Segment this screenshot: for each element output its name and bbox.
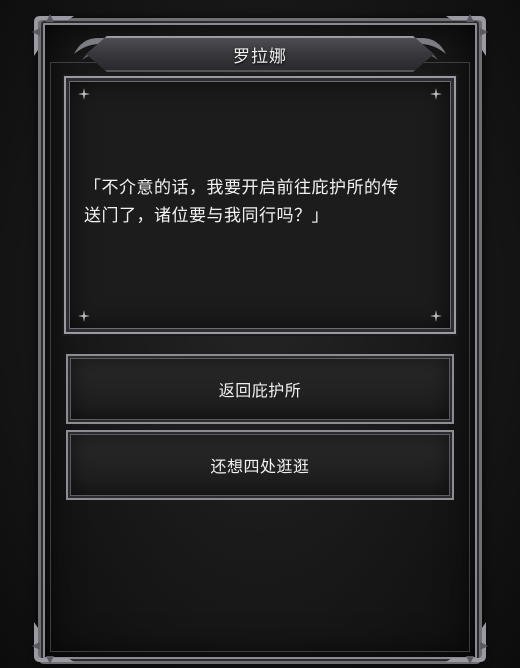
dialogue-text: 「不介意的话，我要开启前往庇护所的传 送门了，诸位要与我同行吗？」 xyxy=(84,174,440,230)
option-keep-exploring-button[interactable]: 还想四处逛逛 xyxy=(66,430,454,500)
speaker-name-plate: 罗拉娜 xyxy=(86,36,434,72)
dialogue-box: 「不介意的话，我要开启前往庇护所的传 送门了，诸位要与我同行吗？」 xyxy=(64,76,456,334)
corner-ornament-icon xyxy=(30,620,76,666)
sparkle-icon xyxy=(78,88,90,100)
sparkle-icon xyxy=(78,310,90,322)
option-label: 返回庇护所 xyxy=(218,381,302,400)
corner-ornament-icon xyxy=(444,620,490,666)
sparkle-icon xyxy=(430,88,442,100)
dialogue-line: 送门了，诸位要与我同行吗？」 xyxy=(84,206,329,226)
speaker-name: 罗拉娜 xyxy=(233,46,287,67)
option-label: 还想四处逛逛 xyxy=(210,457,310,476)
option-return-to-sanctuary-button[interactable]: 返回庇护所 xyxy=(66,354,454,424)
sparkle-icon xyxy=(430,310,442,322)
dialogue-line: 「不介意的话，我要开启前往庇护所的传 xyxy=(84,178,399,198)
